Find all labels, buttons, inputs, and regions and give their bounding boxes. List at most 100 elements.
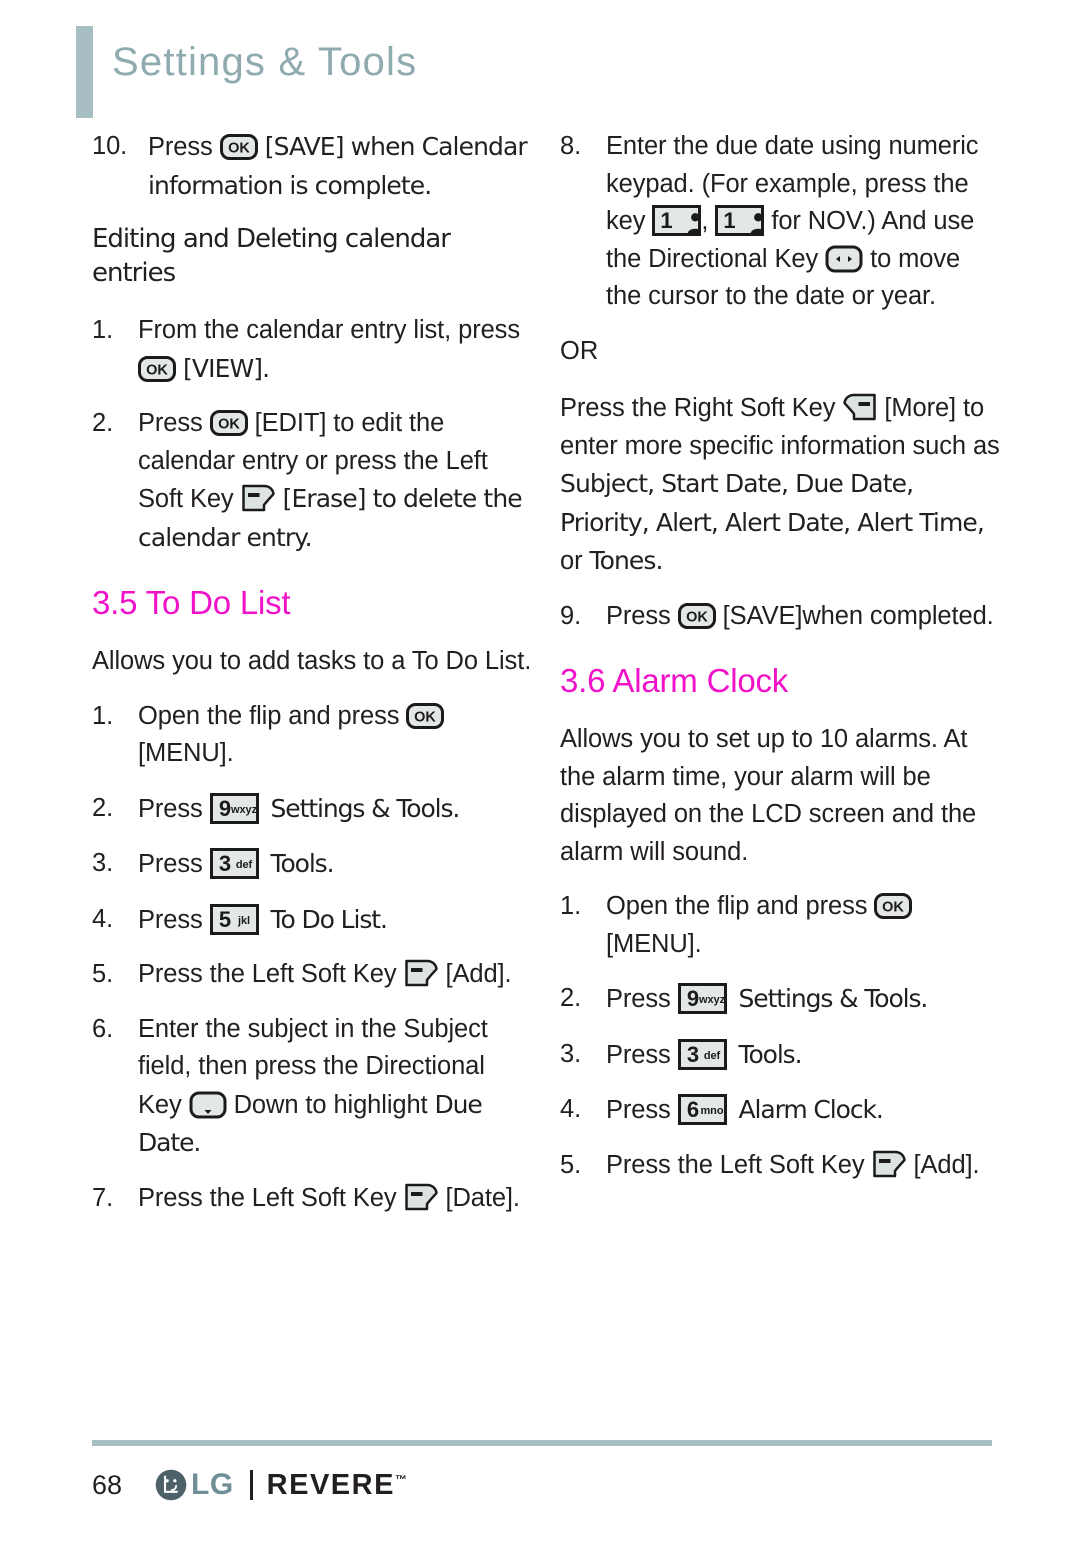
field-name-tones: Tones. — [589, 546, 663, 575]
lg-brand-logo: LG — [154, 1468, 234, 1502]
directional-key-down-icon — [189, 1090, 227, 1120]
step-text: Press the Left Soft Key — [138, 1183, 404, 1212]
step-number: 5. — [560, 1150, 582, 1179]
step-text-cont: [Add]. — [906, 1150, 980, 1179]
step-text-cont: , — [701, 207, 716, 235]
paragraph-text-or: or — [560, 547, 590, 575]
keypad-key-9-icon: 9 wxyz — [209, 792, 259, 824]
lg-circle-logo-icon — [154, 1468, 188, 1502]
step-number: 3. — [560, 1039, 582, 1068]
svg-text:jkl: jkl — [237, 915, 250, 927]
paragraph-text: Press the Right Soft Key — [560, 394, 843, 422]
step-text: Press — [606, 985, 678, 1013]
step-text: Press — [606, 1040, 678, 1069]
more-soft-key-paragraph: Press the Right Soft Key [More] to enter… — [560, 390, 1000, 581]
keypad-key-1-icon-2: 1 — [715, 205, 765, 236]
svg-text:3: 3 — [687, 1042, 699, 1067]
svg-text:9: 9 — [687, 986, 699, 1011]
step-text: Press — [138, 794, 210, 823]
page-footer: 68 LG REVERE™ — [92, 1440, 992, 1530]
step-number: 10. — [92, 132, 128, 160]
step-number: 2. — [560, 984, 582, 1012]
step-number: 6. — [92, 1014, 114, 1043]
list-item-alarm-3: 3. Press 3 def Tools. — [560, 1036, 1000, 1075]
svg-text:def: def — [235, 859, 252, 871]
list-item-todo-2: 2. Press 9 wxyz Settings & Tools. — [92, 790, 532, 829]
menu-name: Tools. — [731, 1039, 803, 1069]
step-text: Open the flip and press — [138, 701, 407, 730]
step-text-cont: Down to highlight — [226, 1090, 435, 1119]
list-item-step-8: 8. Enter the due date using numeric keypa… — [560, 128, 1000, 316]
keypad-key-5-icon: 5 jkl — [209, 903, 259, 935]
left-soft-key-icon — [872, 1149, 907, 1179]
menu-name: Settings & Tools. — [731, 984, 929, 1013]
svg-text:wxyz: wxyz — [230, 804, 258, 816]
section-heading-to-do-list: 3.5 To Do List — [92, 584, 291, 621]
step-text-cont: [SAVE]when completed. — [715, 601, 994, 630]
list-item-todo-4: 4. Press 5 jkl To Do List. — [92, 901, 532, 940]
step-text-cont: [VIEW]. — [176, 353, 270, 383]
keypad-key-9-icon: 9 wxyz — [677, 983, 727, 1014]
step-number: 1. — [92, 316, 114, 344]
list-item-step-10: 10. Press [SAVE] when Calendar informatio… — [92, 128, 532, 205]
ok-key-icon — [874, 893, 912, 919]
step-text-cont: [MENU]. — [606, 929, 702, 958]
right-soft-key-icon — [842, 392, 877, 422]
svg-text:1: 1 — [724, 208, 736, 233]
list-item-todo-1: 1. Open the flip and press [MENU]. — [92, 698, 532, 773]
list-item-alarm-5: 5. Press the Left Soft Key [Add]. — [560, 1147, 1000, 1185]
step-number: 2. — [92, 793, 114, 822]
step-text: Press — [606, 601, 678, 630]
model-name: REVERE — [266, 1468, 395, 1501]
footer-content: 68 LG REVERE™ — [92, 1468, 407, 1502]
step-text: Open the flip and press — [606, 892, 875, 920]
footer-separator — [249, 1470, 253, 1500]
trademark-symbol: ™ — [394, 1471, 407, 1486]
keypad-key-3-icon: 3 def — [677, 1038, 727, 1070]
model-wordmark: REVERE™ — [266, 1468, 407, 1501]
left-soft-key-icon — [404, 1182, 439, 1212]
list-item-alarm-2: 2. Press 9 wxyz Settings & Tools. — [560, 980, 1000, 1019]
step-text: Press — [606, 1096, 678, 1124]
step-number: 7. — [92, 1183, 114, 1212]
step-text: From the calendar entry list, press — [138, 316, 520, 344]
section-intro-to-do-list: Allows you to add tasks to a To Do List. — [92, 647, 532, 675]
left-column: 10. Press [SAVE] when Calendar informatio… — [92, 128, 532, 1234]
list-item-step-2: 2. Press [EDIT] to edit the calendar entr… — [92, 405, 532, 557]
left-soft-key-icon — [241, 483, 276, 513]
keypad-key-1-icon: 1 — [652, 205, 702, 236]
ok-key-icon — [210, 410, 248, 436]
list-item-alarm-1: 1. Open the flip and press [MENU]. — [560, 888, 1000, 963]
step-text: Press — [148, 133, 220, 161]
directional-key-left-right-icon — [825, 244, 863, 274]
step-text-cont: [MENU]. — [138, 739, 234, 767]
ok-key-icon — [138, 356, 176, 382]
svg-text:mno: mno — [700, 1105, 723, 1117]
list-item-todo-7: 7. Press the Left Soft Key [Date]. — [92, 1180, 532, 1218]
step-text: Press — [138, 905, 210, 934]
step-number: 4. — [92, 904, 114, 933]
field-name-list: Subject, Start Date, Due Date, Priority,… — [560, 469, 985, 537]
menu-name: To Do List. — [263, 904, 388, 934]
step-text: Press the Left Soft Key — [138, 960, 404, 988]
manual-page: Settings & Tools 10. Press [SAVE] when Ca… — [0, 0, 1080, 1552]
section-heading-alarm-clock: 3.6 Alarm Clock — [560, 662, 789, 699]
list-item-todo-6: 6. Enter the subject in the Subject field… — [92, 1011, 532, 1163]
list-item-alarm-4: 4. Press 6 mno Alarm Clock. — [560, 1091, 1000, 1130]
step-number: 1. — [560, 892, 582, 920]
step-text-cont: [Date]. — [438, 1183, 520, 1212]
step-number: 2. — [92, 409, 114, 437]
menu-name: Tools. — [263, 849, 335, 878]
svg-text:1: 1 — [661, 208, 673, 233]
lg-wordmark: LG — [191, 1468, 234, 1501]
step-number: 1. — [92, 701, 114, 730]
svg-text:5: 5 — [219, 907, 231, 932]
svg-text:3: 3 — [219, 851, 231, 876]
page-number: 68 — [92, 1469, 123, 1500]
step-text-cont: [Add]. — [438, 960, 512, 988]
svg-text:9: 9 — [219, 796, 231, 821]
svg-text:6: 6 — [687, 1097, 699, 1122]
right-column: 8. Enter the due date using numeric keypa… — [560, 128, 1000, 1201]
svg-text:def: def — [703, 1050, 720, 1062]
menu-name: Settings & Tools. — [263, 793, 461, 823]
